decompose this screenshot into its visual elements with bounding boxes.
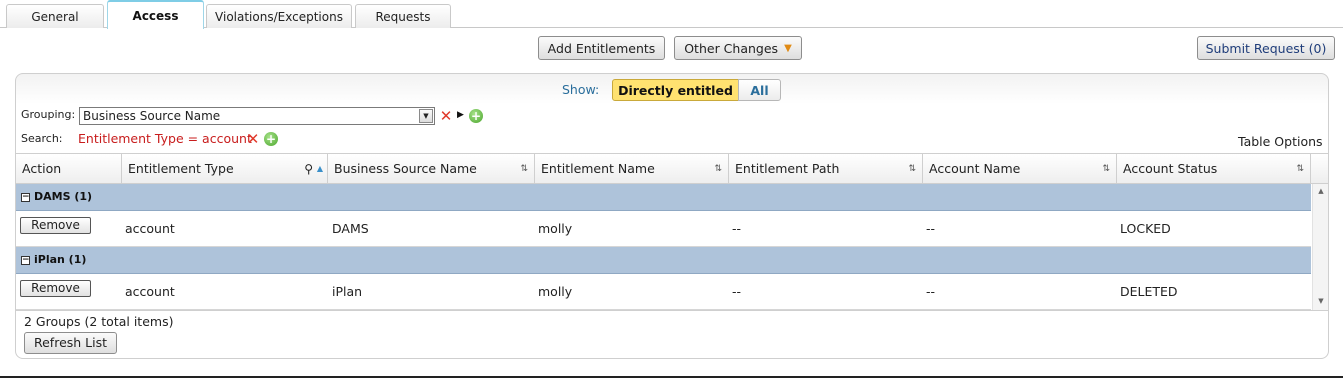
cell-business-source-name: DAMS bbox=[332, 221, 369, 236]
cell-entitlement-name: molly bbox=[538, 221, 573, 236]
tab-general[interactable]: General bbox=[6, 4, 104, 28]
column-header-entitlement-type[interactable]: Entitlement Type ⚲ ▲ bbox=[122, 154, 328, 184]
table-header: Action Entitlement Type ⚲ ▲ Business Sou… bbox=[16, 153, 1328, 184]
column-header-label: Business Source Name bbox=[334, 161, 477, 176]
divider bbox=[16, 310, 1328, 311]
sort-icon[interactable]: ⇅ bbox=[1296, 154, 1304, 184]
submit-request-button[interactable]: Submit Request (0) bbox=[1197, 36, 1335, 60]
vertical-scrollbar[interactable]: ▲ ▼ bbox=[1312, 184, 1328, 310]
grouping-value: Business Source Name bbox=[83, 109, 221, 123]
show-label: Show: bbox=[562, 82, 600, 97]
table-row: Remove account DAMS molly -- -- LOCKED bbox=[16, 211, 1311, 247]
sort-ascending-icon[interactable]: ▲ bbox=[317, 154, 323, 184]
scroll-down-icon[interactable]: ▼ bbox=[1316, 297, 1326, 307]
remove-button[interactable]: Remove bbox=[20, 217, 91, 234]
cell-entitlement-path: -- bbox=[732, 284, 742, 299]
cell-business-source-name: iPlan bbox=[332, 284, 363, 299]
table-options-link[interactable]: Table Options bbox=[1238, 134, 1323, 149]
submit-request-label: Submit Request (0) bbox=[1205, 40, 1327, 56]
group-row-dams[interactable]: − DAMS (1) bbox=[16, 184, 1311, 211]
add-grouping-icon[interactable]: + bbox=[469, 109, 483, 123]
column-header-action[interactable]: Action bbox=[16, 154, 122, 184]
column-header-label: Entitlement Type bbox=[128, 161, 234, 176]
sort-icon[interactable]: ⇅ bbox=[1102, 154, 1110, 184]
refresh-list-button[interactable]: Refresh List bbox=[24, 332, 117, 354]
collapse-icon[interactable]: − bbox=[21, 256, 30, 265]
group-row-iplan[interactable]: − iPlan (1) bbox=[16, 247, 1311, 274]
dropdown-arrow-icon[interactable]: ▼ bbox=[419, 109, 433, 123]
cell-account-status: LOCKED bbox=[1120, 221, 1171, 236]
sort-icon[interactable]: ⇅ bbox=[520, 154, 528, 184]
entitlements-panel: Show: Directly entitled All Grouping: Bu… bbox=[15, 73, 1329, 359]
cell-entitlement-type: account bbox=[125, 284, 175, 299]
group-label: DAMS (1) bbox=[34, 190, 93, 203]
grouping-select[interactable]: Business Source Name ▼ bbox=[79, 107, 435, 125]
column-header-label: Account Status bbox=[1123, 161, 1218, 176]
tab-access[interactable]: Access bbox=[107, 0, 204, 29]
cell-entitlement-name: molly bbox=[538, 284, 573, 299]
sort-icon[interactable]: ⇅ bbox=[908, 154, 916, 184]
cell-account-name: -- bbox=[926, 221, 936, 236]
group-label: iPlan (1) bbox=[34, 253, 87, 266]
column-header-label: Entitlement Name bbox=[541, 161, 655, 176]
column-header-entitlement-name[interactable]: Entitlement Name ⇅ bbox=[535, 154, 729, 184]
play-icon[interactable]: ▶ bbox=[457, 110, 465, 120]
table-row: Remove account iPlan molly -- -- DELETED bbox=[16, 274, 1311, 310]
magnifier-icon[interactable]: ⚲ bbox=[304, 154, 313, 184]
sort-icon[interactable]: ⇅ bbox=[714, 154, 722, 184]
tab-requests[interactable]: Requests bbox=[355, 4, 451, 28]
all-toggle[interactable]: All bbox=[738, 79, 781, 101]
cell-entitlement-type: account bbox=[125, 221, 175, 236]
search-filter-chip[interactable]: Entitlement Type = account bbox=[78, 131, 252, 146]
chevron-down-icon: ▼ bbox=[784, 42, 792, 54]
column-header-label: Entitlement Path bbox=[735, 161, 840, 176]
scroll-up-icon[interactable]: ▲ bbox=[1316, 187, 1326, 197]
column-header-business-source-name[interactable]: Business Source Name ⇅ bbox=[328, 154, 535, 184]
other-changes-button[interactable]: Other Changes ▼ bbox=[674, 36, 802, 60]
column-header-account-name[interactable]: Account Name ⇅ bbox=[923, 154, 1117, 184]
cell-entitlement-path: -- bbox=[732, 221, 742, 236]
cell-account-name: -- bbox=[926, 284, 936, 299]
column-header-label: Action bbox=[22, 161, 62, 176]
item-count: 2 Groups (2 total items) bbox=[24, 314, 174, 329]
add-search-icon[interactable]: + bbox=[264, 132, 278, 146]
column-header-entitlement-path[interactable]: Entitlement Path ⇅ bbox=[729, 154, 923, 184]
other-changes-label: Other Changes bbox=[684, 40, 779, 56]
add-entitlements-label: Add Entitlements bbox=[547, 40, 656, 56]
tab-violations-exceptions[interactable]: Violations/Exceptions bbox=[206, 4, 352, 28]
search-label: Search: bbox=[21, 132, 63, 145]
remove-button[interactable]: Remove bbox=[20, 280, 91, 297]
clear-grouping-icon[interactable]: ✕ bbox=[439, 109, 453, 124]
grouping-label: Grouping: bbox=[21, 108, 76, 121]
directly-entitled-toggle[interactable]: Directly entitled bbox=[612, 79, 739, 101]
column-header-account-status[interactable]: Account Status ⇅ bbox=[1117, 154, 1311, 184]
tab-bar: General Access Violations/Exceptions Req… bbox=[0, 0, 1343, 29]
add-entitlements-button[interactable]: Add Entitlements bbox=[538, 36, 665, 60]
column-header-label: Account Name bbox=[929, 161, 1021, 176]
cell-account-status: DELETED bbox=[1120, 284, 1178, 299]
clear-search-icon[interactable]: ✕ bbox=[246, 132, 260, 147]
collapse-icon[interactable]: − bbox=[21, 193, 30, 202]
